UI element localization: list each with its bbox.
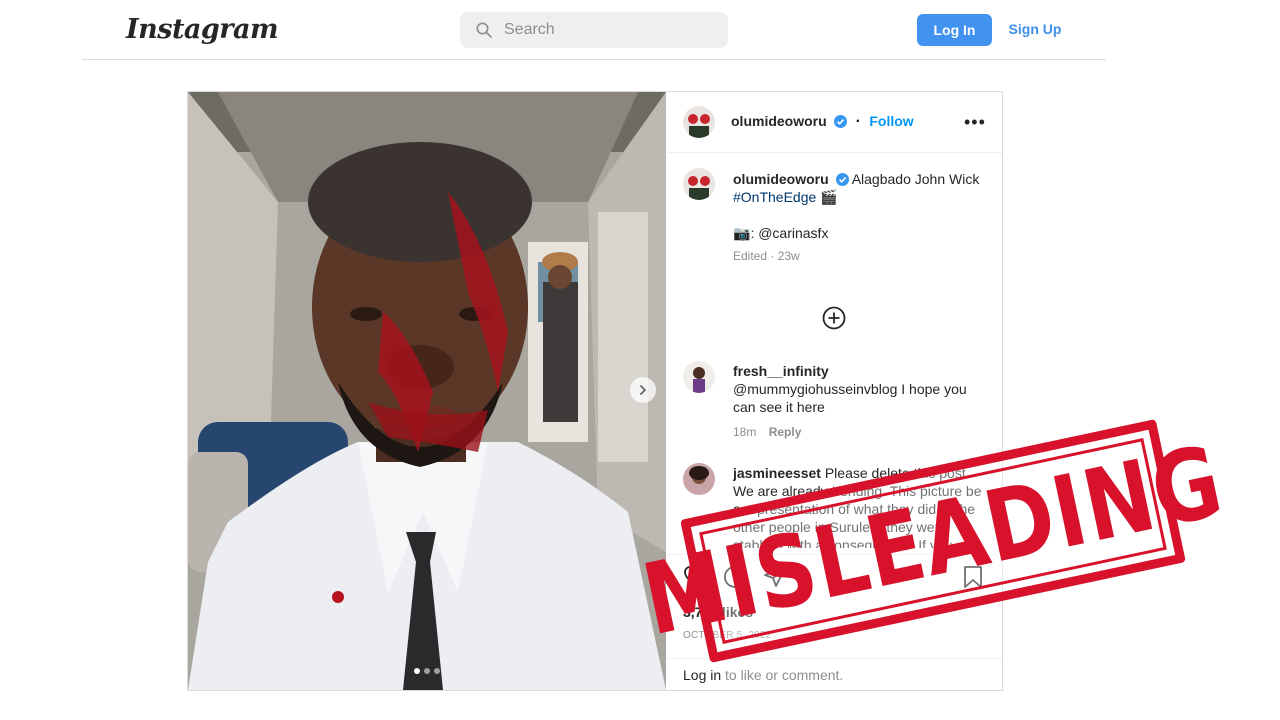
separator-dot: ·: [855, 113, 861, 130]
verified-icon: [835, 173, 849, 186]
comment: fresh__infinity @mummygiohusseinvblog I …: [733, 362, 983, 441]
search-icon: [476, 22, 492, 38]
comment-meta: 18m Reply: [733, 423, 983, 441]
avatar[interactable]: [683, 361, 715, 393]
carousel-dot: [434, 668, 440, 674]
comment-username[interactable]: fresh__infinity: [733, 363, 829, 379]
caption-credit[interactable]: : @carinasfx: [750, 225, 828, 241]
verified-icon: [834, 115, 848, 128]
add-icon[interactable]: [822, 306, 846, 330]
carousel-dot: [414, 668, 420, 674]
chevron-right-icon: [640, 385, 646, 395]
avatar[interactable]: [683, 168, 715, 200]
avatar[interactable]: [683, 106, 715, 138]
post-photo[interactable]: [188, 92, 666, 690]
header-divider: [82, 59, 1106, 60]
instagram-logo[interactable]: Instagram: [126, 14, 279, 45]
top-navigation-bar: Instagram Search Log In Sign Up: [0, 0, 1280, 60]
caption-meta: Edited · 23w: [733, 249, 800, 263]
caption-hashtag[interactable]: #OnTheEdge: [733, 189, 816, 205]
more-icon[interactable]: •••: [964, 112, 986, 133]
comment-text: @mummygiohusseinvblog I hope you can see…: [733, 381, 967, 415]
caption-text: Alagbado John Wick: [851, 171, 980, 187]
next-photo-button[interactable]: [630, 377, 656, 403]
login-button[interactable]: Log In: [917, 14, 992, 46]
carousel-indicator: [414, 668, 440, 674]
author-username[interactable]: olumideoworu: [731, 113, 827, 129]
search-input[interactable]: Search: [460, 12, 728, 48]
carousel-dot: [424, 668, 430, 674]
caption: olumideoworu Alagbado John Wick #OnTheEd…: [733, 170, 983, 265]
photo-illustration: [188, 92, 666, 690]
avatar[interactable]: [683, 463, 715, 495]
caption-username[interactable]: olumideoworu: [733, 171, 829, 187]
follow-button[interactable]: Follow: [869, 113, 913, 129]
post-author-line: olumideoworu · Follow: [731, 113, 914, 131]
signup-link[interactable]: Sign Up: [1000, 21, 1070, 37]
camera-emoji: 📷: [733, 225, 751, 241]
reply-button[interactable]: Reply: [769, 425, 802, 439]
comment-time: 18m: [733, 425, 757, 439]
post-header: olumideoworu · Follow •••: [667, 92, 1002, 153]
clapper-emoji: 🎬: [820, 189, 838, 205]
search-placeholder: Search: [504, 21, 555, 38]
